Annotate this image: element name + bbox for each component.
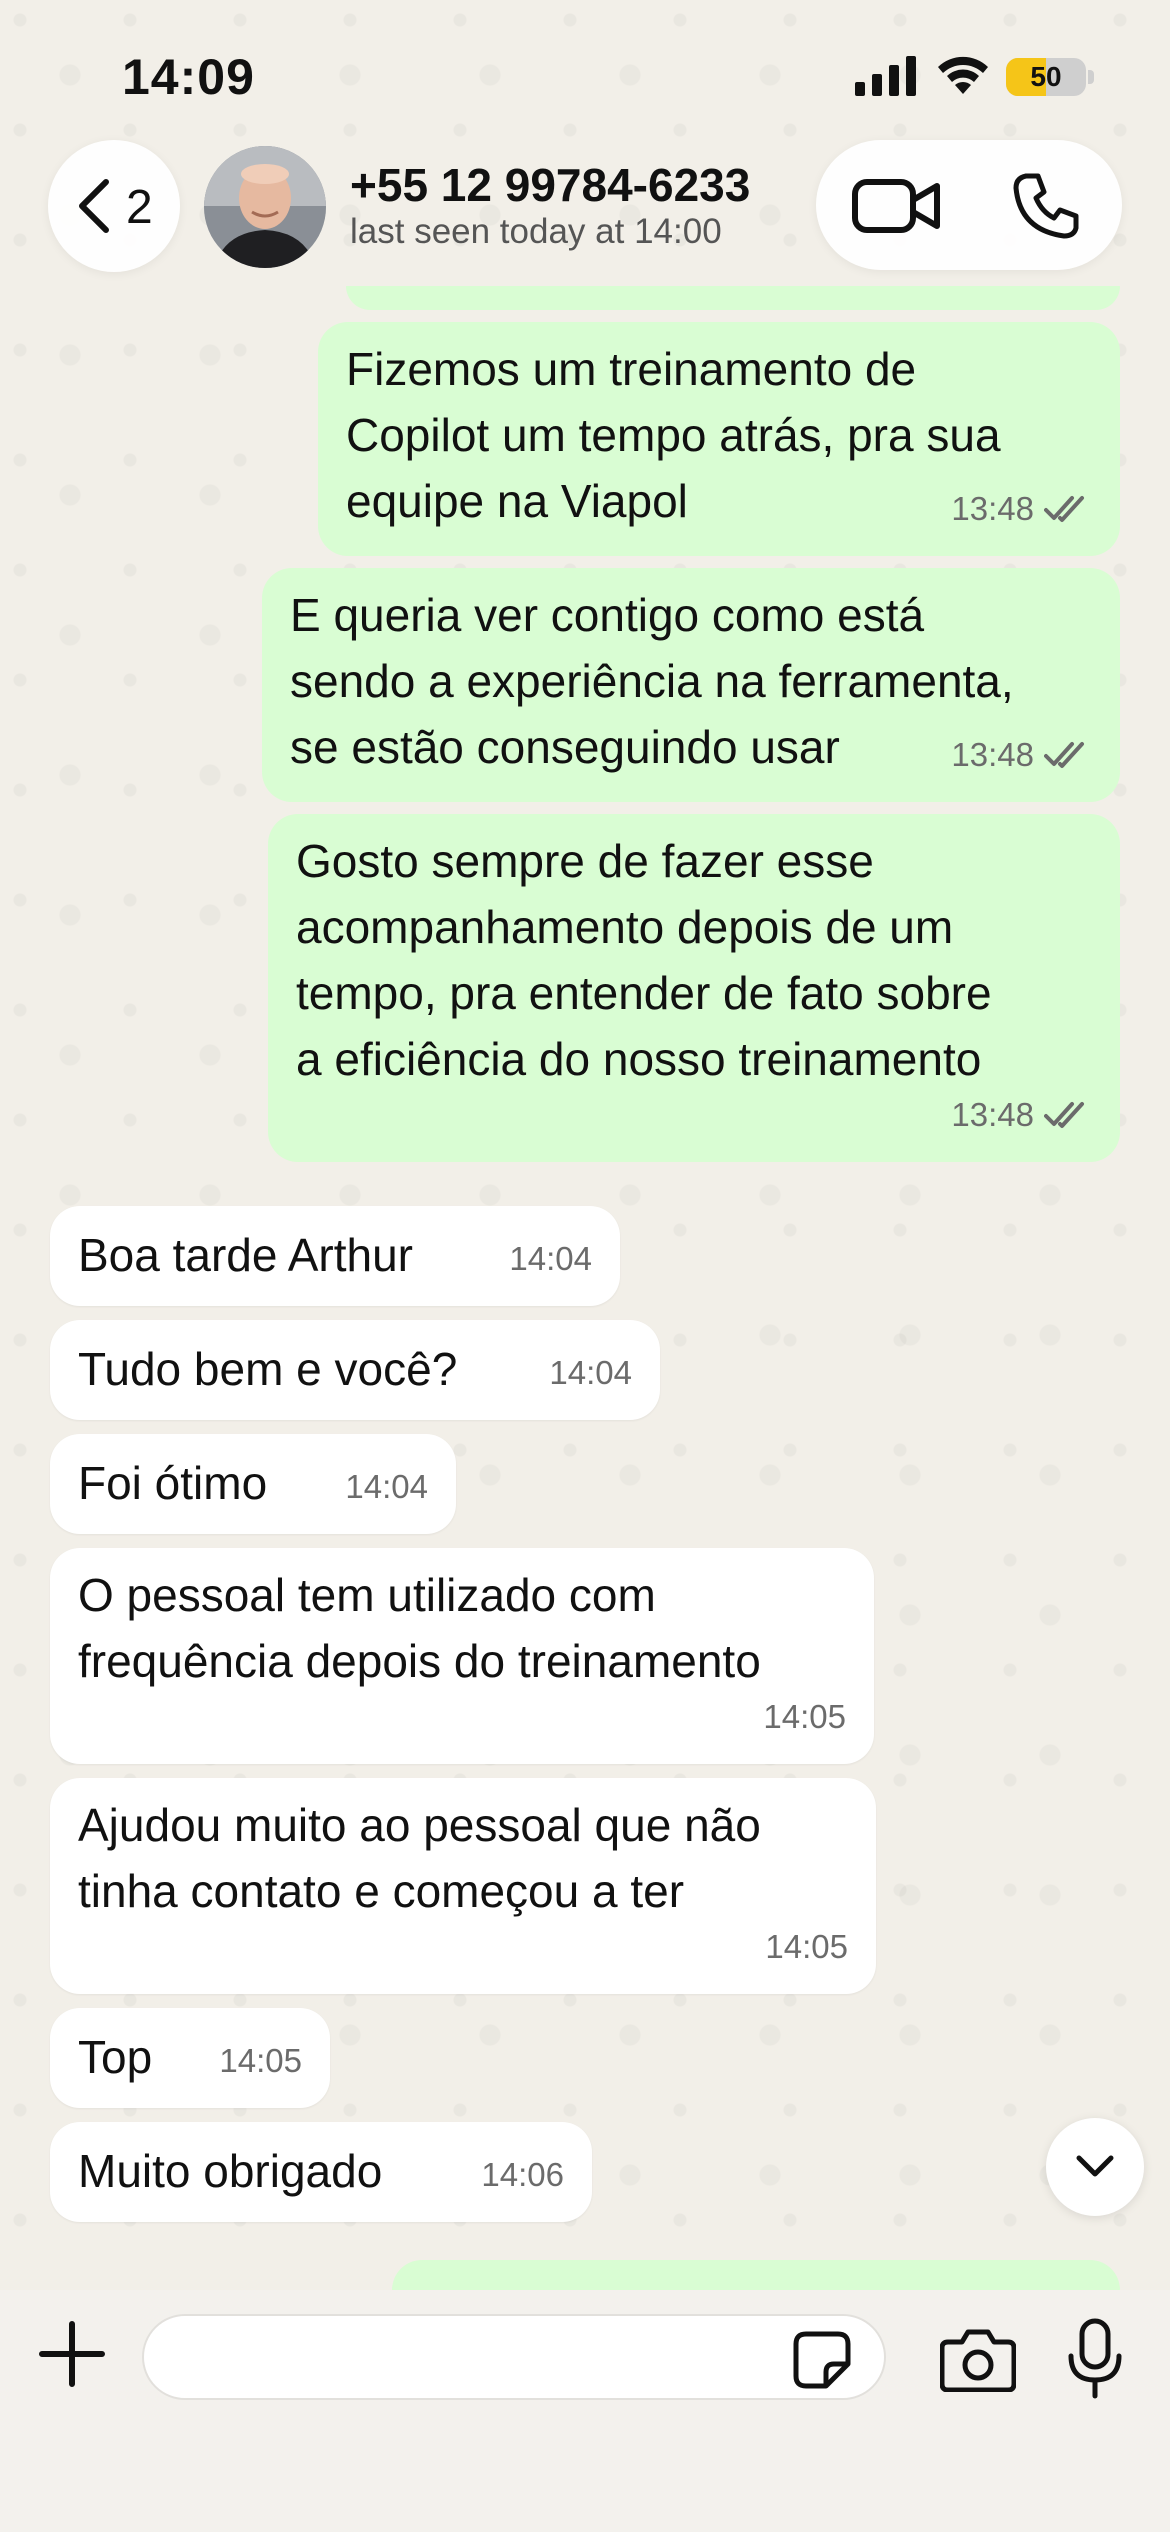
- message-text: Gosto sempre de fazer esse acompanhament…: [296, 835, 992, 1085]
- signal-icon: [855, 56, 916, 96]
- outgoing-message[interactable]: E queria ver contigo como está sendo a e…: [262, 568, 1120, 802]
- microphone-icon[interactable]: [1066, 2318, 1124, 2400]
- battery-icon: 50: [1006, 58, 1094, 96]
- message-time: 14:04: [509, 1240, 592, 1277]
- message-meta: 14:04: [549, 1340, 632, 1406]
- message-input[interactable]: [142, 2314, 886, 2400]
- message-time: 13:48: [951, 736, 1034, 773]
- call-actions: [816, 140, 1122, 270]
- incoming-message[interactable]: Top 14:05: [50, 2008, 330, 2108]
- message-time: 14:04: [549, 1354, 632, 1391]
- message-meta: 14:04: [509, 1226, 592, 1292]
- message-meta: 14:06: [481, 2142, 564, 2208]
- double-check-icon: [1044, 496, 1084, 522]
- video-call-icon[interactable]: [852, 176, 942, 236]
- message-time: 14:05: [219, 2042, 302, 2079]
- plus-icon[interactable]: [38, 2320, 106, 2388]
- composer-bar: [0, 2290, 1170, 2532]
- incoming-message[interactable]: Foi ótimo 14:04: [50, 1434, 456, 1534]
- double-check-icon: [1044, 1102, 1084, 1128]
- message-meta: 14:05: [765, 1914, 848, 1980]
- message-time: 14:05: [763, 1698, 846, 1735]
- message-time: 14:05: [765, 1928, 848, 1965]
- message-meta: 13:48: [951, 1082, 1092, 1148]
- message-time: 13:48: [951, 1096, 1034, 1133]
- status-time: 14:09: [122, 49, 255, 105]
- back-button[interactable]: 2: [48, 140, 180, 272]
- last-seen-status: last seen today at 14:00: [350, 212, 722, 251]
- avatar[interactable]: [204, 146, 326, 268]
- back-chevron-icon: [79, 179, 109, 233]
- chevron-down-icon: [1076, 2155, 1114, 2177]
- incoming-message[interactable]: Boa tarde Arthur 14:04: [50, 1206, 620, 1306]
- battery-level: 50: [1030, 61, 1062, 92]
- message-text: O pessoal tem utilizado com frequência d…: [78, 1569, 761, 1687]
- message-meta: 14:04: [345, 1454, 428, 1520]
- message-text: Ajudou muito ao pessoal que não tinha co…: [78, 1799, 761, 1917]
- message-meta: 14:05: [763, 1684, 846, 1750]
- message-time: 13:48: [951, 490, 1034, 527]
- outgoing-message-partial: [346, 286, 1120, 310]
- unread-count: 2: [126, 181, 153, 234]
- double-check-icon: [1044, 742, 1084, 768]
- status-bar: 14:09 50: [0, 0, 1170, 140]
- message-meta: 13:48: [951, 722, 1092, 788]
- scroll-to-bottom-button[interactable]: [1046, 2118, 1144, 2216]
- message-meta: 13:48: [951, 476, 1092, 542]
- outgoing-message[interactable]: Fizemos um treinamento de Copilot um tem…: [318, 322, 1120, 556]
- contact-name[interactable]: +55 12 99784-6233: [350, 158, 750, 212]
- message-time: 14:04: [345, 1468, 428, 1505]
- incoming-message[interactable]: Ajudou muito ao pessoal que não tinha co…: [50, 1778, 876, 1994]
- message-meta: 14:05: [219, 2028, 302, 2094]
- wifi-icon: [938, 56, 988, 94]
- incoming-message[interactable]: Muito obrigado 14:06: [50, 2122, 592, 2222]
- camera-icon[interactable]: [940, 2328, 1016, 2392]
- outgoing-message[interactable]: Gosto sempre de fazer esse acompanhament…: [268, 814, 1120, 1162]
- incoming-message[interactable]: Tudo bem e você? 14:04: [50, 1320, 660, 1420]
- phone-call-icon[interactable]: [1012, 170, 1082, 240]
- sticker-icon[interactable]: [792, 2330, 852, 2390]
- incoming-message[interactable]: O pessoal tem utilizado com frequência d…: [50, 1548, 874, 1764]
- message-time: 14:06: [481, 2156, 564, 2193]
